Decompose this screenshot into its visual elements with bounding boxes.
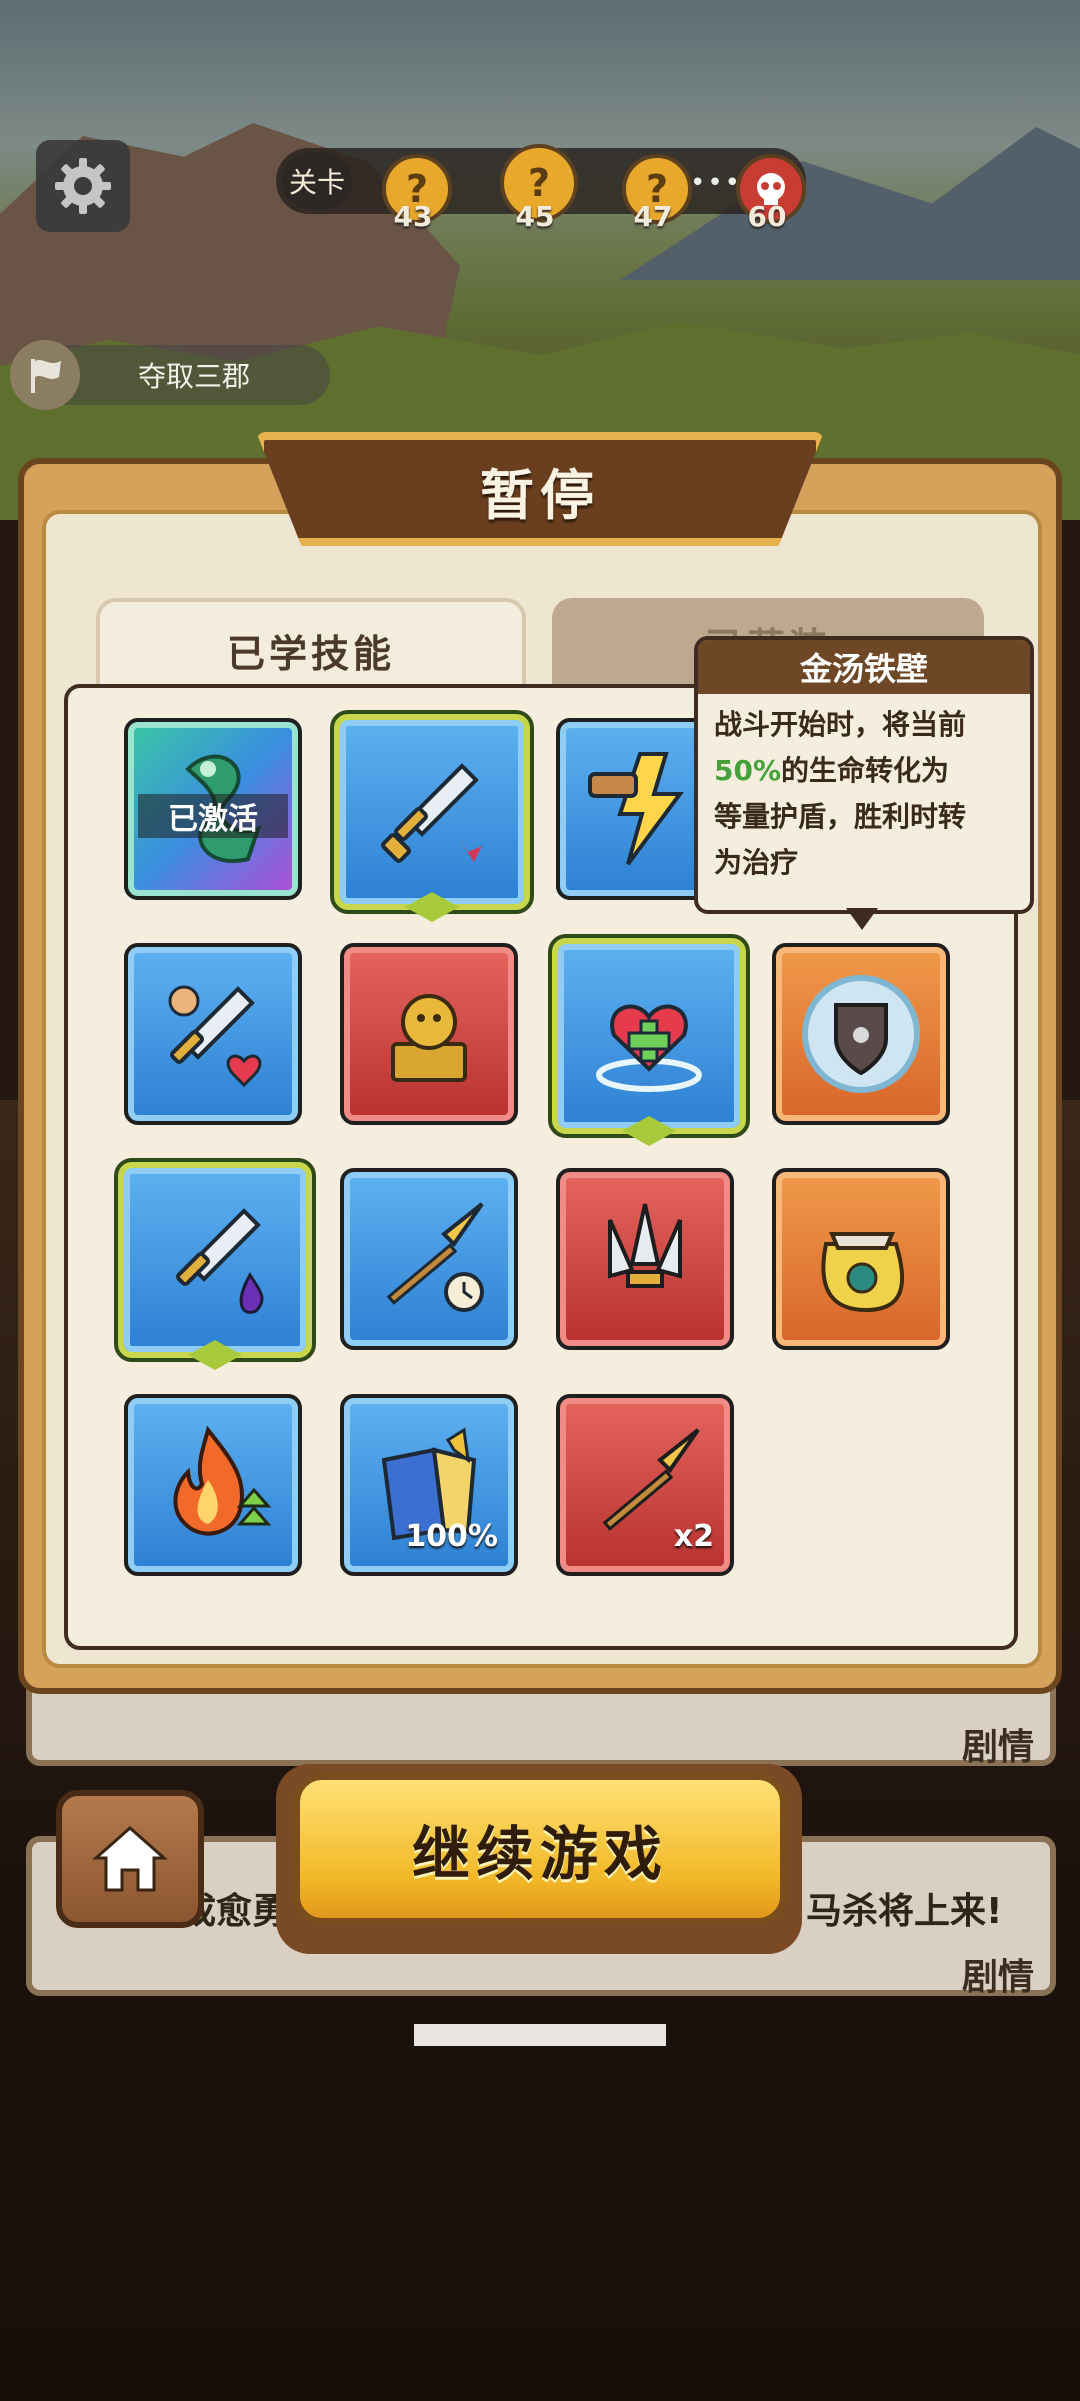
tab-skills[interactable]: 已学技能: [96, 598, 526, 698]
tooltip-title: 金汤铁壁: [698, 640, 1030, 694]
skill-tile[interactable]: 已激活: [124, 718, 302, 900]
continue-game-button[interactable]: 继续游戏: [294, 1774, 786, 1924]
level-label: 关卡: [282, 153, 352, 209]
skill-tile[interactable]: [772, 943, 950, 1125]
story-tag[interactable]: 剧情: [962, 1948, 1034, 2000]
tooltip-line: 50%的生命转化为: [714, 754, 950, 787]
pause-title: 暂停: [480, 463, 600, 527]
loot-bag-icon: [821, 1232, 905, 1313]
skill-tile-selected[interactable]: [548, 934, 750, 1146]
tooltip-line: 战斗开始时，将当前: [714, 708, 967, 741]
skill-tile[interactable]: x2: [556, 1394, 734, 1576]
sword-heart-icon: [168, 985, 262, 1088]
footer-banner: [414, 2024, 666, 2046]
home-button[interactable]: [56, 1790, 204, 1928]
skill-tile[interactable]: [340, 1168, 518, 1350]
skill-tile[interactable]: [556, 1168, 734, 1350]
activated-label: 已激活: [138, 794, 288, 838]
gear-icon: [55, 158, 111, 214]
spear-clock-icon: [386, 1202, 484, 1312]
tooltip-line: 为治疗: [714, 846, 799, 879]
tooltip-line: 等量护盾，胜利时转: [714, 800, 967, 833]
lightning-hammer-icon: [588, 752, 684, 866]
sword-poison-icon: [175, 1208, 264, 1314]
question-icon: ?: [527, 161, 551, 205]
flag-icon: [10, 340, 80, 410]
heart-heal-icon: [596, 1004, 702, 1092]
story-text: 马杀将上来!: [806, 1891, 1003, 1932]
quest-tag[interactable]: 夺取三郡: [60, 345, 330, 405]
tooltip-description: 战斗开始时，将当前 50%的生命转化为 等量护盾，胜利时转 为治疗: [714, 702, 1014, 886]
story-tag[interactable]: 剧情: [962, 1718, 1034, 1770]
fire-up-icon: [173, 1425, 272, 1536]
skill-tile[interactable]: [124, 943, 302, 1125]
shield-bubble-icon: [802, 975, 920, 1093]
stage-number: 60: [747, 200, 787, 233]
settings-button[interactable]: [36, 140, 130, 232]
progress-dots: •••: [690, 168, 743, 198]
skill-tile[interactable]: [340, 943, 518, 1125]
percent-label: 100%: [405, 1519, 498, 1554]
skill-tile-selected[interactable]: [114, 1158, 316, 1370]
home-icon: [92, 1825, 168, 1892]
tooltip-highlight: 50%: [714, 754, 782, 787]
golden-lion-seal-icon: [391, 994, 467, 1082]
stage-number: 45: [515, 200, 555, 233]
skill-tile[interactable]: 100%: [340, 1394, 518, 1576]
stage-number: 43: [393, 200, 433, 233]
skill-tile[interactable]: [124, 1394, 302, 1576]
stage-number: 47: [633, 200, 673, 233]
multiplier-label: x2: [673, 1519, 714, 1554]
skill-tile-selected[interactable]: [330, 710, 534, 922]
triple-blades-icon: [608, 1203, 682, 1288]
sword-icon: [381, 763, 482, 863]
skill-tile[interactable]: [772, 1168, 950, 1350]
